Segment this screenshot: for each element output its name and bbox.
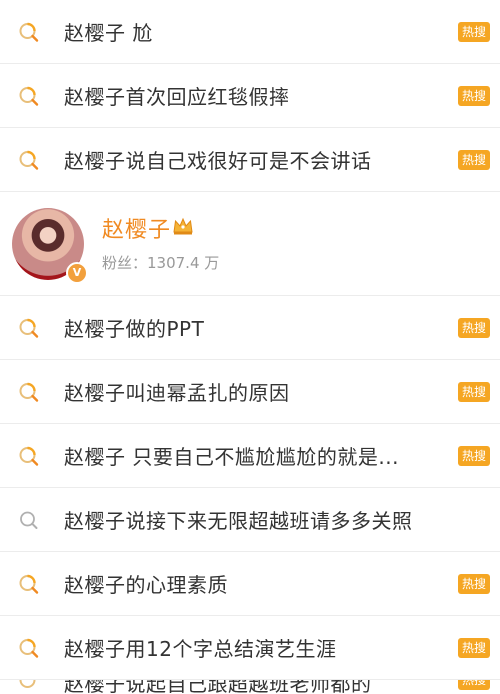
- hot-badge: 热搜: [458, 149, 490, 170]
- suggestion-text: 赵樱子说自己戏很好可是不会讲话: [64, 149, 372, 173]
- suggestion-item[interactable]: 赵樱子说自己戏很好可是不会讲话 热搜: [0, 128, 500, 192]
- hot-badge: 热搜: [458, 445, 490, 466]
- hot-badge: 热搜: [458, 21, 490, 42]
- hot-badge: 热搜: [458, 573, 490, 594]
- suggestion-text: 赵樱子叫迪幂孟扎的原因: [64, 381, 290, 405]
- hot-search-icon: [19, 86, 39, 106]
- hot-search-icon: [19, 574, 39, 594]
- hot-badge: 热搜: [458, 680, 490, 690]
- suggestion-item[interactable]: 赵樱子 尬 热搜: [0, 0, 500, 64]
- hot-search-icon: [19, 150, 39, 170]
- suggestion-item[interactable]: 赵樱子首次回应红毯假摔 热搜: [0, 64, 500, 128]
- suggestion-item[interactable]: 赵樱子的心理素质 热搜: [0, 552, 500, 616]
- hot-search-icon: [19, 680, 36, 688]
- hot-badge: 热搜: [458, 317, 490, 338]
- suggestion-text: 赵樱子 尬: [64, 21, 153, 45]
- suggestion-item[interactable]: 赵樱子用12个字总结演艺生涯 热搜: [0, 616, 500, 680]
- hot-badge: 热搜: [458, 85, 490, 106]
- crown-icon: [173, 217, 193, 235]
- suggestion-text: 赵樱子说接下来无限超越班请多多关照: [64, 509, 413, 533]
- suggestion-text: 赵樱子 只要自己不尴尬尴尬的就是...: [64, 445, 399, 469]
- user-name[interactable]: 赵樱子: [102, 212, 171, 244]
- suggestion-item[interactable]: 赵樱子说起自己跟超越班老师都的 热搜: [0, 680, 500, 694]
- suggestion-item[interactable]: 赵樱子 只要自己不尴尬尴尬的就是... 热搜: [0, 424, 500, 488]
- hot-badge: 热搜: [458, 381, 490, 402]
- suggestion-text: 赵樱子做的PPT: [64, 317, 205, 341]
- fans-count: 粉丝：1307.4 万: [102, 254, 220, 272]
- suggestion-text: 赵樱子的心理素质: [64, 573, 228, 597]
- suggestion-item[interactable]: 赵樱子做的PPT 热搜: [0, 296, 500, 360]
- search-suggestion-list: 赵樱子 尬 热搜 赵樱子首次回应红毯假摔 热搜 赵樱子说自己戏很好可是不会讲话 …: [0, 0, 500, 694]
- verified-badge-icon: V: [66, 262, 88, 284]
- hot-search-icon: [19, 638, 39, 658]
- hot-search-icon: [19, 382, 39, 402]
- hot-badge: 热搜: [458, 637, 490, 658]
- suggestion-text: 赵樱子首次回应红毯假摔: [64, 85, 290, 109]
- suggestion-text: 赵樱子说起自己跟超越班老师都的: [64, 680, 372, 694]
- suggestion-item[interactable]: 赵樱子叫迪幂孟扎的原因 热搜: [0, 360, 500, 424]
- search-icon: [20, 511, 38, 529]
- hot-search-icon: [19, 22, 39, 42]
- hot-search-icon: [19, 446, 39, 466]
- user-result-card[interactable]: V 赵樱子 粉丝：1307.4 万: [0, 192, 500, 296]
- suggestion-item[interactable]: 赵樱子说接下来无限超越班请多多关照: [0, 488, 500, 552]
- hot-search-icon: [19, 318, 39, 338]
- suggestion-text: 赵樱子用12个字总结演艺生涯: [64, 637, 337, 661]
